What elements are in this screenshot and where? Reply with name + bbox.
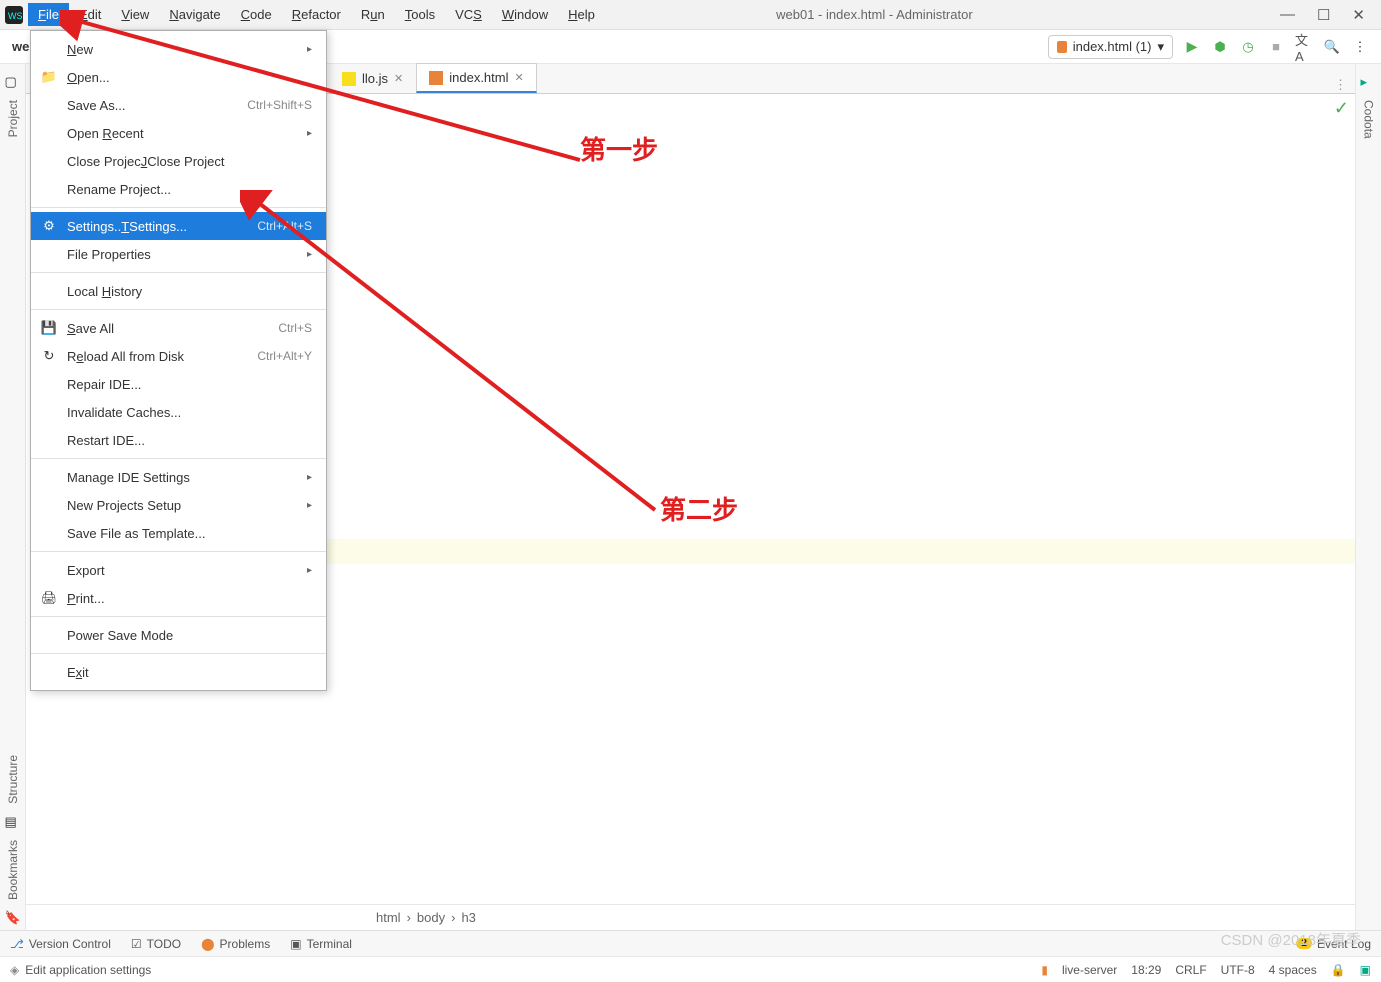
menu-window[interactable]: Window xyxy=(492,3,558,26)
tab-label: llo.js xyxy=(362,71,388,86)
tab-index-html[interactable]: index.html ✕ xyxy=(416,63,536,93)
status-encoding[interactable]: UTF-8 xyxy=(1221,963,1255,977)
status-message: Edit application settings xyxy=(25,963,151,977)
menu-item-close-project[interactable]: Close ProjecJClose Project xyxy=(31,147,326,175)
menu-item-power-save-mode[interactable]: Power Save Mode xyxy=(31,621,326,649)
menu-item-manage-ide-settings[interactable]: Manage IDE Settings▸ xyxy=(31,463,326,491)
project-tool-label[interactable]: Project xyxy=(6,100,20,137)
menu-item-settings-[interactable]: ⚙Settings..TSettings...Ctrl+Alt+S xyxy=(31,212,326,240)
inspection-ok-icon[interactable]: ✓ xyxy=(1334,98,1349,119)
menu-item-open-recent[interactable]: Open Recent▸ xyxy=(31,119,326,147)
menu-item-reload-all-from-disk[interactable]: ↻Reload All from DiskCtrl+Alt+Y xyxy=(31,342,326,370)
structure-tool-label[interactable]: Structure xyxy=(6,755,20,804)
version-control-tool[interactable]: ⎇Version Control xyxy=(10,937,111,951)
tab-llo-js[interactable]: llo.js ✕ xyxy=(329,64,416,93)
close-icon[interactable]: ✕ xyxy=(514,71,523,84)
save-icon: 💾 xyxy=(41,320,57,336)
menu-item-local-history[interactable]: Local History xyxy=(31,277,326,305)
menu-item-export[interactable]: Export▸ xyxy=(31,556,326,584)
window-title: web01 - index.html - Administrator xyxy=(605,7,1264,22)
status-bar: ◈ Edit application settings ▮live-server… xyxy=(0,956,1381,982)
breadcrumb-item[interactable]: h3 xyxy=(461,910,475,925)
layers-icon[interactable]: ◈ xyxy=(10,963,19,977)
run-config-label: index.html (1) xyxy=(1073,39,1152,54)
menu-item-print-[interactable]: 🖨Print... xyxy=(31,584,326,612)
menu-item-file-properties[interactable]: File Properties▸ xyxy=(31,240,326,268)
minimize-button[interactable]: ― xyxy=(1280,6,1295,24)
menu-file[interactable]: File xyxy=(28,3,69,26)
reload-icon: ↻ xyxy=(41,348,57,364)
structure-tool-icon[interactable]: ▤ xyxy=(5,814,21,830)
menu-help[interactable]: Help xyxy=(558,3,605,26)
svg-text:WS: WS xyxy=(8,11,23,21)
translate-icon[interactable]: 文A xyxy=(1295,38,1313,56)
menu-edit[interactable]: Edit xyxy=(69,3,111,26)
tab-label: index.html xyxy=(449,70,508,85)
search-button[interactable]: 🔍 xyxy=(1323,38,1341,56)
window-controls: ― ☐ ✕ xyxy=(1264,6,1381,24)
bottom-toolbar: ⎇Version Control ☑TODO ⬤Problems ▣Termin… xyxy=(0,930,1381,956)
close-icon[interactable]: ✕ xyxy=(394,72,403,85)
menu-refactor[interactable]: Refactor xyxy=(282,3,351,26)
menubar: WS FileEditViewNavigateCodeRefactorRunTo… xyxy=(0,0,1381,30)
status-time: 18:29 xyxy=(1131,963,1161,977)
bookmarks-tool-icon[interactable]: 🔖 xyxy=(5,910,21,926)
codota-label[interactable]: Codota xyxy=(1362,100,1376,139)
coverage-button[interactable]: ◷ xyxy=(1239,38,1257,56)
breadcrumb-bar: html› body› h3 xyxy=(26,904,1355,930)
menu-item-invalidate-caches-[interactable]: Invalidate Caches... xyxy=(31,398,326,426)
watermark: CSDN @2018年夏季 xyxy=(1221,929,1361,950)
readonly-icon[interactable]: 🔒 xyxy=(1331,963,1346,977)
gear-icon: ⚙ xyxy=(41,218,57,234)
menu-item-new-projects-setup[interactable]: New Projects Setup▸ xyxy=(31,491,326,519)
js-file-icon xyxy=(342,72,356,86)
maximize-button[interactable]: ☐ xyxy=(1317,6,1330,24)
right-tool-rail: ▸ Codota xyxy=(1355,64,1381,930)
problems-tool[interactable]: ⬤Problems xyxy=(201,937,270,951)
menu-item-exit[interactable]: Exit xyxy=(31,658,326,686)
status-indent[interactable]: 4 spaces xyxy=(1269,963,1317,977)
codota-icon[interactable]: ▸ xyxy=(1361,74,1377,90)
stop-button[interactable]: ■ xyxy=(1267,38,1285,56)
html-file-icon xyxy=(1057,41,1067,53)
status-line-sep[interactable]: CRLF xyxy=(1175,963,1206,977)
html-file-icon xyxy=(429,71,443,85)
status-server[interactable]: live-server xyxy=(1062,963,1117,977)
run-config-selector[interactable]: index.html (1) ▾ xyxy=(1048,35,1173,59)
debug-button[interactable]: ⬢ xyxy=(1211,38,1229,56)
terminal-tool[interactable]: ▣Terminal xyxy=(290,937,352,951)
file-menu-popup: New▸📁Open...Save As...Ctrl+Shift+SOpen R… xyxy=(30,30,327,691)
print-icon: 🖨 xyxy=(41,590,57,606)
menu-view[interactable]: View xyxy=(111,3,159,26)
menu-vcs[interactable]: VCS xyxy=(445,3,492,26)
breadcrumb-item[interactable]: html xyxy=(376,910,401,925)
folder-icon: 📁 xyxy=(41,69,57,85)
menu-item-open-[interactable]: 📁Open... xyxy=(31,63,326,91)
left-tool-rail: ▢ Project Structure ▤ Bookmarks 🔖 xyxy=(0,64,26,930)
menu-item-repair-ide-[interactable]: Repair IDE... xyxy=(31,370,326,398)
menu-code[interactable]: Code xyxy=(231,3,282,26)
menu-tools[interactable]: Tools xyxy=(395,3,445,26)
menu-item-save-file-as-template-[interactable]: Save File as Template... xyxy=(31,519,326,547)
tab-more-icon[interactable]: ⋮ xyxy=(1326,77,1355,93)
bookmarks-tool-label[interactable]: Bookmarks xyxy=(6,840,20,900)
run-button[interactable]: ▶ xyxy=(1183,38,1201,56)
menu-item-new[interactable]: New▸ xyxy=(31,35,326,63)
more-icon[interactable]: ⋮ xyxy=(1351,38,1369,56)
todo-tool[interactable]: ☑TODO xyxy=(131,937,181,951)
breadcrumb-item[interactable]: body xyxy=(417,910,445,925)
menu-navigate[interactable]: Navigate xyxy=(159,3,230,26)
app-icon: WS xyxy=(0,1,28,29)
close-button[interactable]: ✕ xyxy=(1352,6,1365,24)
project-tool-icon[interactable]: ▢ xyxy=(5,74,21,90)
menu-item-restart-ide-[interactable]: Restart IDE... xyxy=(31,426,326,454)
chevron-down-icon: ▾ xyxy=(1157,39,1164,55)
ide-icon[interactable]: ▣ xyxy=(1360,963,1371,977)
menu-item-rename-project-[interactable]: Rename Project... xyxy=(31,175,326,203)
menu-item-save-all[interactable]: 💾Save AllCtrl+S xyxy=(31,314,326,342)
menu-run[interactable]: Run xyxy=(351,3,395,26)
menu-item-save-as-[interactable]: Save As...Ctrl+Shift+S xyxy=(31,91,326,119)
